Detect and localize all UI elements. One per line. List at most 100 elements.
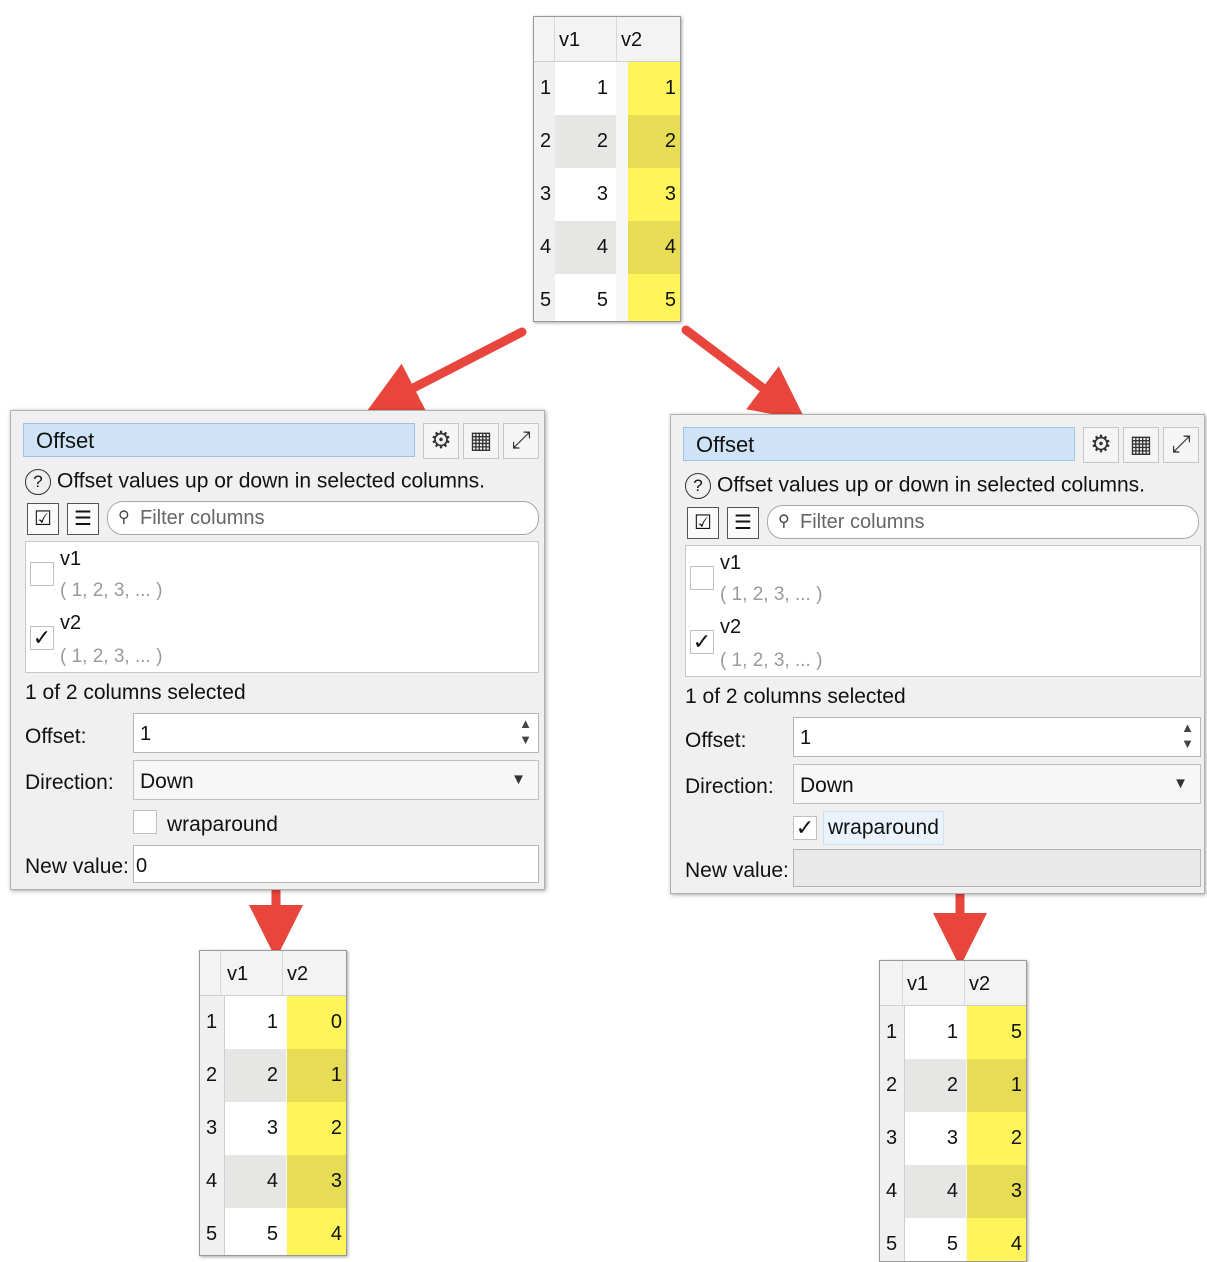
filter-columns-input[interactable]: ⚲ Filter columns xyxy=(107,501,539,535)
gear-icon[interactable]: ⚙ xyxy=(1083,427,1119,463)
table-row[interactable]: 3 3 2 xyxy=(200,1102,346,1155)
table-row[interactable]: 5 5 4 xyxy=(200,1208,346,1255)
header-v2[interactable]: v2 xyxy=(621,29,642,52)
cell-v2: 1 xyxy=(664,77,676,99)
select-all-icon[interactable]: ☑ xyxy=(27,503,59,535)
expand-icon[interactable]: ⤢ xyxy=(1163,427,1199,463)
offset-label: Offset: xyxy=(685,729,747,752)
cell-v2: 3 xyxy=(664,183,676,205)
new-value-label: New value: xyxy=(25,855,129,878)
cell-v2: 2 xyxy=(664,130,676,152)
cell-v1: 3 xyxy=(596,183,608,205)
direction-value: Down xyxy=(140,770,194,793)
table-row[interactable]: 4 4 4 xyxy=(534,221,680,274)
offset-value: 1 xyxy=(140,723,152,745)
header-v2[interactable]: v2 xyxy=(287,963,308,986)
new-value-input[interactable]: 0 xyxy=(133,845,539,883)
header-v1[interactable]: v1 xyxy=(227,963,248,986)
row-number: 4 xyxy=(206,1170,218,1192)
offset-panel-right: Offset ⚙ ▦ ⤢ ? Offset values up or down i… xyxy=(670,414,1205,894)
spin-up-icon[interactable]: ▲ xyxy=(1181,720,1194,736)
table-icon[interactable]: ▦ xyxy=(1123,427,1159,463)
filter-placeholder: Filter columns xyxy=(800,511,925,533)
table-row[interactable]: 5 5 5 xyxy=(534,274,680,321)
offset-input[interactable]: 1 ▲ ▼ xyxy=(793,717,1201,757)
cell-v1: 5 xyxy=(946,1233,958,1255)
table-row[interactable]: 1 1 1 xyxy=(534,62,680,115)
column-values-v1: ( 1, 2, 3, ... ) xyxy=(720,584,823,605)
chevron-down-icon: ▼ xyxy=(511,771,526,788)
table-row[interactable]: 3 3 2 xyxy=(880,1112,1026,1165)
cell-v1: 1 xyxy=(596,77,608,99)
select-all-icon[interactable]: ☑ xyxy=(687,507,719,539)
wraparound-label[interactable]: wraparound xyxy=(823,811,944,845)
offset-label: Offset: xyxy=(25,725,87,748)
expand-icon[interactable]: ⤢ xyxy=(503,423,539,459)
row-number: 5 xyxy=(886,1233,898,1255)
row-number: 1 xyxy=(540,77,552,99)
help-icon[interactable]: ? xyxy=(685,473,711,499)
table-row[interactable]: 4 4 3 xyxy=(200,1155,346,1208)
header-v1[interactable]: v1 xyxy=(559,29,580,52)
direction-select[interactable]: Down ▼ xyxy=(793,764,1201,804)
direction-label: Direction: xyxy=(25,771,114,794)
row-number: 2 xyxy=(886,1074,898,1096)
search-icon: ⚲ xyxy=(778,513,790,530)
new-value-input[interactable] xyxy=(793,849,1201,887)
table-row[interactable]: 2 2 1 xyxy=(200,1049,346,1102)
row-number: 3 xyxy=(206,1117,218,1139)
column-list: v1 ( 1, 2, 3, ... ) ✓ v2 ( 1, 2, 3, ... … xyxy=(25,541,539,673)
cell-v2: 2 xyxy=(1010,1127,1022,1149)
spin-down-icon[interactable]: ▼ xyxy=(1181,736,1194,752)
search-icon: ⚲ xyxy=(118,509,130,526)
description-text: Offset values up or down in selected col… xyxy=(717,473,1146,497)
table-row[interactable]: 1 1 0 xyxy=(200,996,346,1049)
cell-v1: 3 xyxy=(266,1117,278,1139)
column-values-v1: ( 1, 2, 3, ... ) xyxy=(60,580,163,601)
table-row[interactable]: 4 4 3 xyxy=(880,1165,1026,1218)
help-icon[interactable]: ? xyxy=(25,469,51,495)
row-number: 1 xyxy=(206,1011,218,1033)
list-icon[interactable]: ☰ xyxy=(727,507,759,539)
row-number: 5 xyxy=(540,289,552,311)
list-icon[interactable]: ☰ xyxy=(67,503,99,535)
offset-spinner[interactable]: ▲ ▼ xyxy=(519,716,532,748)
cell-v2: 5 xyxy=(664,289,676,311)
header-v1[interactable]: v1 xyxy=(907,973,928,996)
input-table: v1 v2 1 1 1 2 2 2 3 3 3 4 4 4 5 5 5 xyxy=(533,16,681,322)
checkbox-v1[interactable] xyxy=(690,566,714,590)
checkbox-v2[interactable]: ✓ xyxy=(30,626,54,650)
table-row[interactable]: 2 2 1 xyxy=(880,1059,1026,1112)
table-row[interactable]: 3 3 3 xyxy=(534,168,680,221)
panel-title-bar[interactable]: Offset xyxy=(683,427,1075,461)
gear-icon[interactable]: ⚙ xyxy=(423,423,459,459)
table-row[interactable]: 5 5 4 xyxy=(880,1218,1026,1261)
panel-title-bar[interactable]: Offset xyxy=(23,423,415,457)
filter-columns-input[interactable]: ⚲ Filter columns xyxy=(767,505,1199,539)
cell-v1: 1 xyxy=(266,1011,278,1033)
panel-title: Offset xyxy=(696,432,755,457)
header-v2[interactable]: v2 xyxy=(969,973,990,996)
spin-down-icon[interactable]: ▼ xyxy=(519,732,532,748)
filter-placeholder: Filter columns xyxy=(140,507,265,529)
cell-v1: 2 xyxy=(266,1064,278,1086)
table-row[interactable]: 2 2 2 xyxy=(534,115,680,168)
wraparound-checkbox[interactable]: ✓ xyxy=(793,816,817,840)
wraparound-checkbox[interactable] xyxy=(133,810,157,834)
offset-spinner[interactable]: ▲ ▼ xyxy=(1181,720,1194,752)
table-icon[interactable]: ▦ xyxy=(463,423,499,459)
checkbox-v2[interactable]: ✓ xyxy=(690,630,714,654)
cell-v2: 3 xyxy=(1010,1180,1022,1202)
checkbox-v1[interactable] xyxy=(30,562,54,586)
column-name-v2: v2 xyxy=(720,616,742,638)
direction-select[interactable]: Down ▼ xyxy=(133,760,539,800)
left-result-table: v1 v2 1 1 0 2 2 1 3 3 2 4 4 3 5 5 4 xyxy=(199,950,347,1256)
offset-input[interactable]: 1 ▲ ▼ xyxy=(133,713,539,753)
column-name-v2: v2 xyxy=(60,612,82,634)
spin-up-icon[interactable]: ▲ xyxy=(519,716,532,732)
column-name-v1: v1 xyxy=(720,552,742,574)
cell-v2: 4 xyxy=(1010,1233,1022,1255)
wraparound-label[interactable]: wraparound xyxy=(167,813,278,837)
new-value: 0 xyxy=(136,855,148,877)
table-row[interactable]: 1 1 5 xyxy=(880,1006,1026,1059)
